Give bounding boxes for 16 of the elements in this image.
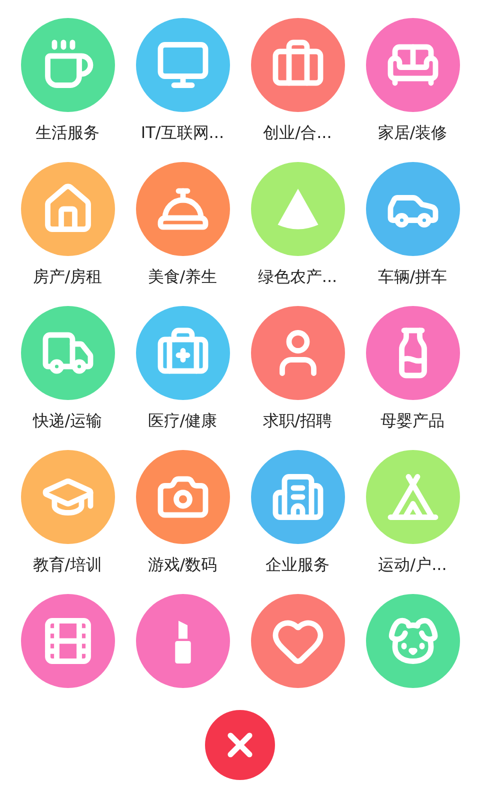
category-button[interactable]: 家居/装修 [355, 18, 470, 144]
category-button[interactable]: 游戏/数码 [125, 450, 240, 576]
category-button[interactable]: 房产/房租 [10, 162, 125, 288]
category-button[interactable]: 美食/养生 [125, 162, 240, 288]
category-button[interactable]: 母婴产品 [355, 306, 470, 432]
category-button[interactable]: 绿色农产... [240, 162, 355, 288]
category-button[interactable]: 求职/招聘 [240, 306, 355, 432]
category-button[interactable]: 生活服务 [10, 18, 125, 144]
category-button[interactable]: 教育/培训 [10, 450, 125, 576]
category-button[interactable]: IT/互联网... [125, 18, 240, 144]
category-button[interactable]: 运动/户... [355, 450, 470, 576]
category-button[interactable]: 快递/运输 [10, 306, 125, 432]
category-button[interactable]: 创业/合... [240, 18, 355, 144]
category-button[interactable]: 车辆/拼车 [355, 162, 470, 288]
category-button[interactable]: 医疗/健康 [125, 306, 240, 432]
category-button[interactable]: 企业服务 [240, 450, 355, 576]
